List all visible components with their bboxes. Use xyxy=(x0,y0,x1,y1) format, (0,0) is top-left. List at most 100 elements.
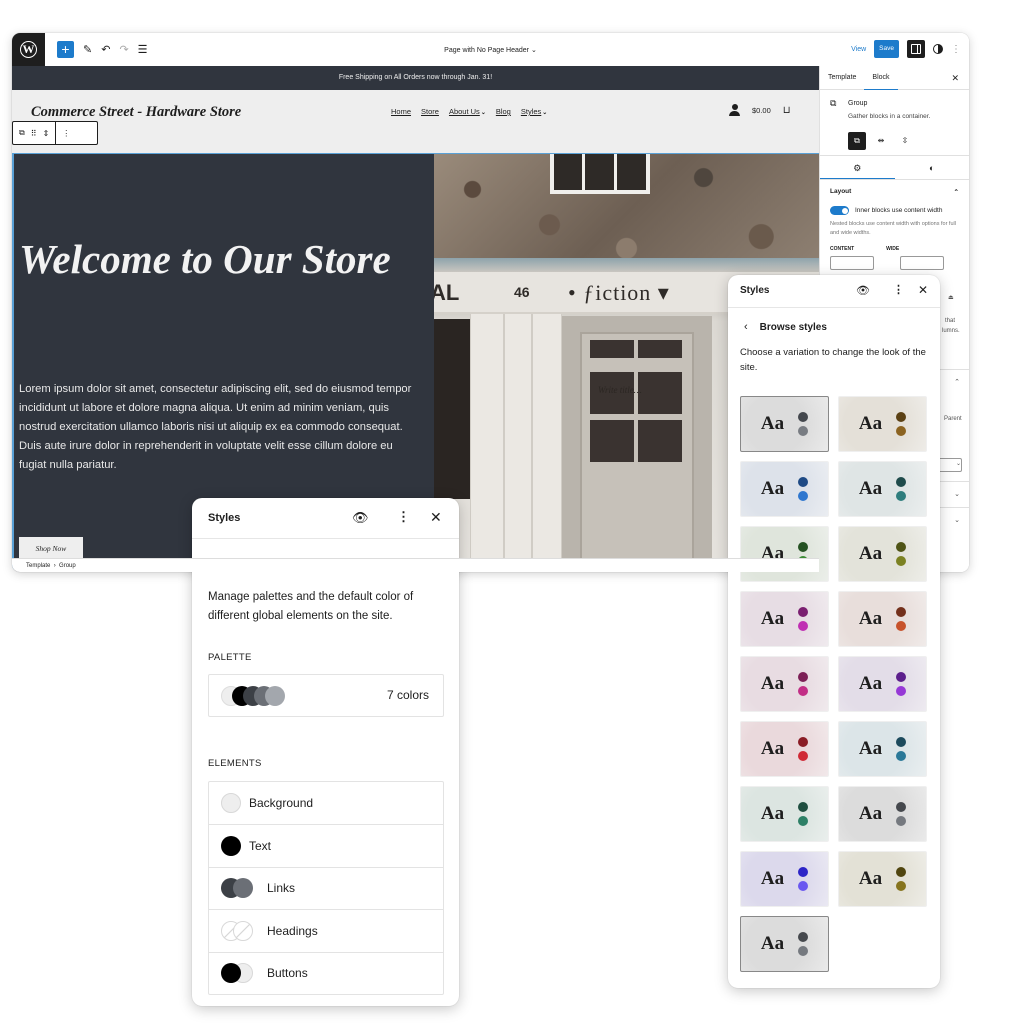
drag-handle-icon[interactable]: ⠿ xyxy=(31,129,37,138)
style-variation-card[interactable]: Aa xyxy=(838,396,927,452)
move-updown-icon[interactable]: ⇕ xyxy=(43,129,50,138)
variation-row-icon[interactable]: ⇹ xyxy=(872,132,890,150)
element-row-background[interactable]: Background xyxy=(209,782,443,824)
color-dot xyxy=(798,491,809,501)
add-block-button[interactable]: + xyxy=(57,41,74,58)
tab-block[interactable]: Block xyxy=(864,66,898,90)
element-row-buttons[interactable]: Buttons xyxy=(209,951,443,994)
style-variation-card[interactable]: Aa xyxy=(740,526,829,582)
color-dot xyxy=(798,946,809,956)
style-variation-card[interactable]: Aa xyxy=(740,591,829,647)
style-variation-card[interactable]: Aa xyxy=(740,786,829,842)
color-dot xyxy=(798,867,809,877)
justify-icon[interactable]: ⏏ xyxy=(948,294,954,301)
element-row-headings[interactable]: Headings xyxy=(209,909,443,951)
eye-icon[interactable]: 👁 xyxy=(352,510,369,526)
more-options-icon[interactable]: ⋮ xyxy=(62,129,70,138)
pencil-icon[interactable]: ✎ xyxy=(83,43,92,56)
chevron-down-icon: ⌄ xyxy=(954,517,960,524)
style-variation-card[interactable]: Aa xyxy=(838,591,927,647)
title-placeholder[interactable]: Write title… xyxy=(598,385,642,395)
variation-stack-icon[interactable]: ⇳ xyxy=(896,132,914,150)
color-dot xyxy=(798,607,809,617)
style-variation-card[interactable]: Aa xyxy=(740,916,829,972)
more-options-icon[interactable]: ⋮ xyxy=(397,509,410,525)
eye-icon[interactable]: 👁 xyxy=(856,284,870,297)
save-button[interactable]: Save xyxy=(874,40,899,58)
color-preview xyxy=(896,802,907,826)
variation-group-icon[interactable]: ⧉ xyxy=(848,132,866,150)
close-icon[interactable]: ✕ xyxy=(951,66,959,90)
element-row-text[interactable]: Text xyxy=(209,824,443,866)
breadcrumb-separator: › xyxy=(53,563,56,569)
style-variation-card[interactable]: Aa xyxy=(740,461,829,517)
style-variation-card[interactable]: Aa xyxy=(838,721,927,777)
nav-item-about-us[interactable]: About Us⌄ xyxy=(449,107,486,116)
element-label: Links xyxy=(267,881,296,896)
group-icon: ⧉ xyxy=(830,98,837,108)
list-view-icon[interactable]: ☰ xyxy=(138,43,148,56)
more-options-icon[interactable]: ⋮ xyxy=(893,283,904,296)
cart-icon[interactable]: ⊔ xyxy=(783,105,791,116)
hero-paragraph[interactable]: Lorem ipsum dolor sit amet, consectetur … xyxy=(19,380,417,475)
style-variation-card[interactable]: Aa xyxy=(838,851,927,907)
typography-preview: Aa xyxy=(760,478,785,499)
panel-description: Choose a variation to change the look of… xyxy=(740,347,926,373)
style-variation-card[interactable]: Aa xyxy=(740,396,829,452)
style-variation-card[interactable]: Aa xyxy=(838,461,927,517)
color-preview xyxy=(896,737,907,761)
style-variation-card[interactable]: Aa xyxy=(838,786,927,842)
color-preview xyxy=(798,412,809,436)
account-icon[interactable] xyxy=(729,104,740,116)
more-options-icon[interactable]: ⋮ xyxy=(951,44,961,55)
color-dot xyxy=(896,737,907,747)
nav-item-home[interactable]: Home xyxy=(391,107,411,116)
styles-contrast-icon[interactable]: ◐ xyxy=(895,156,970,179)
color-dot xyxy=(896,412,907,422)
toggle-label: Inner blocks use content width xyxy=(855,207,943,214)
chevron-up-icon[interactable]: ⌃ xyxy=(954,188,959,196)
color-dot xyxy=(798,816,809,826)
gear-icon[interactable]: ⚙ xyxy=(820,156,895,179)
typography-preview: Aa xyxy=(858,673,883,694)
style-variation-card[interactable]: Aa xyxy=(740,721,829,777)
styles-contrast-icon[interactable] xyxy=(933,44,943,54)
chevron-down-icon: ⌄ xyxy=(480,110,486,116)
settings-sidebar-toggle[interactable] xyxy=(907,40,925,58)
breadcrumb-group[interactable]: Group xyxy=(59,563,76,569)
hero-heading[interactable]: Welcome to Our Store xyxy=(19,234,419,284)
close-icon[interactable]: ✕ xyxy=(918,283,928,297)
block-description: Gather blocks in a container. xyxy=(848,113,931,120)
content-label: CONTENT xyxy=(830,246,855,252)
wide-width-input[interactable] xyxy=(900,256,944,270)
redo-icon[interactable]: ↷ xyxy=(119,43,128,56)
color-preview xyxy=(798,607,809,631)
style-variation-card[interactable]: Aa xyxy=(838,656,927,712)
help-fragment: lumns. xyxy=(942,328,960,334)
style-variation-card[interactable]: Aa xyxy=(838,526,927,582)
nav-item-styles[interactable]: Styles⌄ xyxy=(521,107,547,116)
undo-icon[interactable]: ↶ xyxy=(101,43,110,56)
wordpress-logo-button[interactable]: W xyxy=(12,33,45,66)
site-title[interactable]: Commerce Street - Hardware Store xyxy=(31,104,241,121)
style-variation-card[interactable]: Aa xyxy=(740,851,829,907)
color-dot xyxy=(798,751,809,761)
door-pane xyxy=(636,418,684,464)
view-button[interactable]: View xyxy=(851,46,866,53)
back-button[interactable]: ‹ Browse styles xyxy=(744,321,827,333)
content-width-input[interactable] xyxy=(830,256,874,270)
element-row-links[interactable]: Links xyxy=(209,866,443,909)
document-title-button[interactable]: Page with No Page Header ⌄ xyxy=(444,47,537,54)
toggle-help: Nested blocks use content width with opt… xyxy=(830,221,956,236)
tab-template[interactable]: Template xyxy=(820,66,864,90)
close-icon[interactable]: ✕ xyxy=(430,509,442,526)
color-dot xyxy=(896,607,907,617)
content-width-toggle[interactable] xyxy=(830,206,849,215)
group-icon[interactable]: ⧉ xyxy=(19,128,25,138)
palette-button[interactable]: 7 colors xyxy=(208,674,444,717)
nav-item-blog[interactable]: Blog xyxy=(496,107,511,116)
nav-item-store[interactable]: Store xyxy=(421,107,439,116)
breadcrumb-template[interactable]: Template xyxy=(26,563,50,569)
element-label: Background xyxy=(249,796,314,811)
style-variation-card[interactable]: Aa xyxy=(740,656,829,712)
